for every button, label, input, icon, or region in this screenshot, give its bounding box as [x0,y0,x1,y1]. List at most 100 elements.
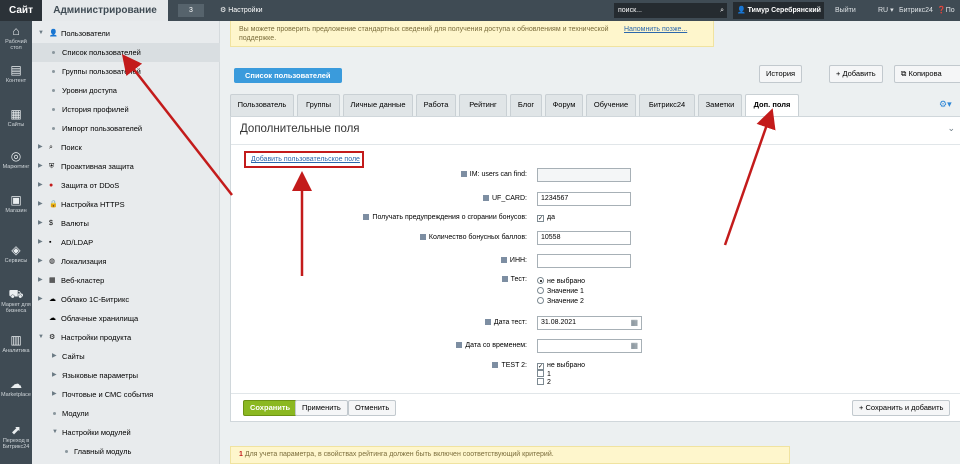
menu-profile-history[interactable]: История профилей [32,100,220,119]
menu-users[interactable]: ▼ 👤 Пользователи [32,24,220,43]
menu-lang-params[interactable]: ▶ Языковые параметры [32,366,220,385]
radio-selected[interactable] [537,277,544,284]
tab-rating[interactable]: Рейтинг [459,94,507,116]
gear-icon[interactable]: ⚙▾ [939,99,952,110]
copy-button[interactable]: ⧉ Копирова [894,65,960,83]
tab-education[interactable]: Обучение [586,94,636,116]
tab-forum[interactable]: Форум [545,94,583,116]
user-menu[interactable]: 👤 Тимур Серебрянский [733,2,824,19]
bitrix24-link[interactable]: Битрикс24 [899,0,933,21]
tab-bitrix24[interactable]: Битрикс24 [639,94,695,116]
test-radio-0[interactable]: не выбрано [537,277,585,285]
test2-checkbox-1[interactable]: 1 [537,370,551,378]
menu-user-groups[interactable]: Группы пользователей [32,62,220,81]
leftbar-b24[interactable]: ⬈ Переход в Битрикс24 [0,423,32,450]
menu-sites[interactable]: ▶ Сайты [32,347,220,366]
tab-personal[interactable]: Личные данные [343,94,413,116]
menu-mail-sms[interactable]: ▶ Почтовые и СМС события [32,385,220,404]
settings-link[interactable]: ⚙ Настройки [220,0,263,21]
checkbox-checked[interactable]: ✓ [537,363,544,370]
leftbar-desktop[interactable]: ⌂ Рабочий стол [0,24,32,51]
remind-later-link[interactable]: Напомнить позже... [624,25,687,34]
radio-unselected[interactable] [537,287,544,294]
calendar-icon[interactable]: ▦ [630,317,638,329]
test-radio-1[interactable]: Значение 1 [537,287,584,295]
history-button[interactable]: История [759,65,803,83]
services-icon: ◈ [11,243,21,257]
bonus-notify-checkbox[interactable]: ✓ да [537,214,555,222]
menu-ddos[interactable]: ▶ ● Защита от DDoS [32,176,220,195]
user-list-button[interactable]: Список пользователей [234,68,342,83]
tab-extra-fields[interactable]: Доп. поля [745,94,799,117]
menu-https[interactable]: ▶ 🔒 Настройка HTTPS [32,195,220,214]
copy-button-label: Копирова [908,69,942,78]
bullet-icon [52,127,55,130]
checkbox-unchecked[interactable] [537,370,544,377]
test2-checkbox-2[interactable]: 2 [537,378,551,386]
uf-card-input[interactable]: 1234567 [537,192,631,206]
leftbar-content[interactable]: ▤ Контент [0,63,32,84]
add-button[interactable]: + Добавить [829,65,883,83]
admin-tab[interactable]: Администрирование [42,0,168,21]
leftbar-services[interactable]: ◈ Сервисы [0,243,32,264]
tab-work[interactable]: Работа [416,94,456,116]
menu-ad-ldap[interactable]: ▶ ▪ AD/LDAP [32,233,220,252]
save-and-add-button[interactable]: + Сохранить и добавить [852,400,951,416]
menu-user-list[interactable]: Список пользователей [32,43,220,62]
leftbar-analytics[interactable]: ▥ Аналитика [0,333,32,354]
save-button[interactable]: Сохранить [243,400,298,416]
chevron-down-icon[interactable]: ⌄ [947,123,955,134]
site-tab[interactable]: Сайт [0,0,42,21]
search-icon[interactable]: ⌕ [720,3,724,18]
checkbox-checked[interactable]: ✓ [537,215,544,222]
tab-blog[interactable]: Блог [510,94,542,116]
apply-button[interactable]: Применить [295,400,348,416]
uf-card-value: 1234567 [541,195,569,202]
cancel-button[interactable]: Отменить [348,400,397,416]
tab-groups[interactable]: Группы [297,94,340,116]
leftbar-marketplace[interactable]: ☁ Marketplace [0,377,32,398]
add-user-field-link[interactable]: Добавить пользовательское поле [251,156,360,163]
test-radio-2[interactable]: Значение 2 [537,297,584,305]
menu-currencies[interactable]: ▶ $ Валюты [32,214,220,233]
menu-cloud-storage[interactable]: ☁ Облачные хранилища [32,309,220,328]
language-select[interactable]: RU ▾ [878,0,894,21]
date-time-input[interactable]: ▦ [537,339,642,353]
date-test-input[interactable]: 31.08.2021 ▦ [537,316,642,330]
menu-module-settings[interactable]: ▼ Настройки модулей [32,423,220,442]
menu-localization[interactable]: ▶ ◍ Локализация [32,252,220,271]
menu-access-levels[interactable]: Уровни доступа [32,81,220,100]
search-input[interactable]: поиск... ⌕ [614,3,727,18]
calendar-icon[interactable]: ▦ [630,340,638,352]
inn-input[interactable] [537,254,631,268]
help-link[interactable]: ❓По [937,0,955,21]
menu-web-cluster[interactable]: ▶ ▦ Веб-кластер [32,271,220,290]
tab-user[interactable]: Пользователь [230,94,294,116]
im-field-input[interactable] [537,168,631,182]
menu-product-settings[interactable]: ▼ ⚙ Настройки продукта [32,328,220,347]
checkbox-unchecked[interactable] [537,378,544,385]
menu-import-users[interactable]: Импорт пользователей [32,119,220,138]
test-option-label: не выбрано [547,278,586,285]
menu-modules[interactable]: Модули [32,404,220,423]
menu-main-module[interactable]: Главный модуль [32,442,220,461]
chevron-right-icon: ▶ [38,258,43,264]
logout-link[interactable]: Выйти [835,0,856,21]
menu-proactive[interactable]: ▶ ⛨ Проактивная защита [32,157,220,176]
menu-modules-label: Модули [62,409,89,418]
bonus-notify-label: Получать предупреждения о сгорании бонус… [363,214,527,221]
leftbar-market[interactable]: ⛟ Маркет для бизнеса [0,287,32,314]
leftbar-b24-label: Переход в Битрикс24 [2,438,30,450]
field-marker-icon [363,214,370,220]
menu-search[interactable]: ▶ ⌕ Поиск [32,138,220,157]
menu-cloud-1c[interactable]: ▶ ☁ Облако 1С-Битрикс [32,290,220,309]
bonus-count-input[interactable]: 10558 [537,231,631,245]
leftbar-shop[interactable]: ▣ Магазин [0,193,32,214]
leftbar-sites[interactable]: ▦ Сайты [0,107,32,128]
test2-checkbox-0[interactable]: ✓ не выбрано [537,362,585,370]
chevron-right-icon: ▶ [38,220,43,226]
notification-counter[interactable]: 3 [178,4,204,17]
tab-notes[interactable]: Заметки [698,94,742,116]
radio-unselected[interactable] [537,297,544,304]
leftbar-marketing[interactable]: ◎ Маркетинг [0,149,32,170]
